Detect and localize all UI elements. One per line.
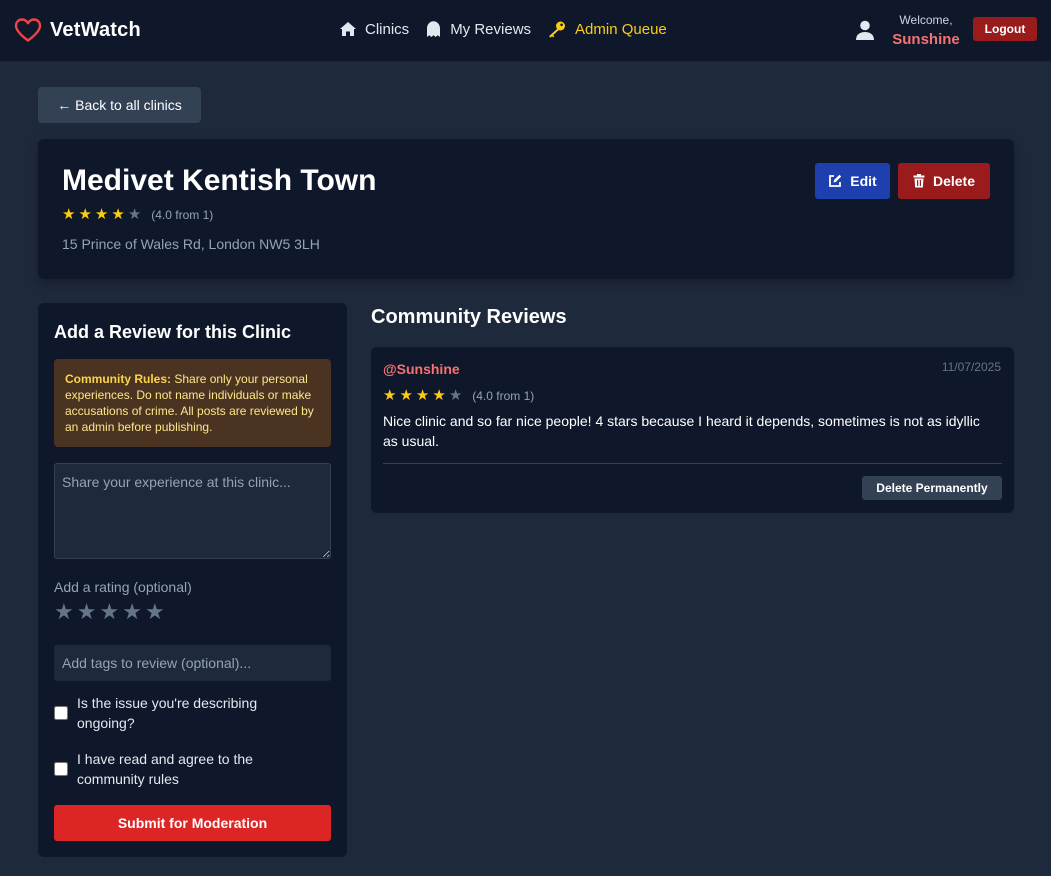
welcome-username: Sunshine [892, 31, 960, 48]
review-author: @Sunshine [383, 361, 460, 377]
rating-picker: ★ ★ ★ ★ ★ [54, 600, 168, 624]
star-icon: ★ [383, 387, 397, 404]
trash-icon [913, 174, 925, 188]
nav-clinics[interactable]: Clinics [339, 21, 409, 38]
nav-my-reviews[interactable]: My Reviews [425, 20, 531, 38]
clinic-address: 15 Prince of Wales Rd, London NW5 3LH [62, 236, 320, 252]
ongoing-checkbox-row[interactable]: Is the issue you're describing ongoing? [54, 693, 287, 733]
community-rules-notice: Community Rules: Share only your persona… [54, 359, 331, 447]
add-review-title: Add a Review for this Clinic [54, 322, 292, 342]
community-reviews-title: Community Reviews [371, 306, 567, 328]
clinic-rating: ★ ★ ★ ★ ★ (4.0 from 1) [62, 207, 213, 222]
star-icon: ★ [62, 206, 76, 223]
star-icon: ★ [111, 206, 125, 223]
ongoing-checkbox[interactable] [54, 706, 68, 720]
agree-checkbox-row[interactable]: I have read and agree to the community r… [54, 749, 287, 789]
edit-label: Edit [850, 173, 877, 189]
nav-my-reviews-label: My Reviews [450, 20, 532, 38]
rating-star-4[interactable]: ★ [122, 600, 142, 624]
star-icon: ★ [78, 206, 92, 223]
nav-clinics-label: Clinics [365, 20, 410, 38]
welcome-box: Welcome, Sunshine [886, 12, 966, 52]
review-rating-text: (4.0 from 1) [472, 388, 535, 403]
nav-admin-queue[interactable]: Admin Queue [547, 20, 667, 38]
rules-heading: Community Rules: [65, 372, 172, 386]
review-textarea[interactable] [54, 463, 331, 559]
welcome-label: Welcome, [899, 13, 953, 27]
heart-logo-icon [14, 18, 42, 42]
rating-star-2[interactable]: ★ [77, 600, 97, 624]
delete-review-permanently-button[interactable]: Delete Permanently [862, 476, 1002, 500]
delete-clinic-button[interactable]: Delete [898, 163, 990, 199]
star-icon: ★ [399, 387, 413, 404]
review-date: 11/07/2025 [941, 360, 1001, 374]
rating-label: Add a rating (optional) [54, 579, 192, 595]
user-icon [856, 20, 874, 40]
agree-rules-checkbox[interactable] [54, 762, 68, 776]
edit-clinic-button[interactable]: Edit [815, 163, 890, 199]
brand[interactable]: VetWatch [14, 16, 141, 44]
review-rating: ★ ★ ★ ★ ★ (4.0 from 1) [383, 388, 534, 403]
clinic-name: Medivet Kentish Town [62, 164, 377, 197]
top-nav-bar: VetWatch Clinics My Reviews Admin Queue [0, 0, 1051, 62]
add-review-panel: Add a Review for this Clinic Community R… [38, 303, 347, 857]
review-body: Nice clinic and so far nice people! 4 st… [383, 413, 980, 449]
logout-button[interactable]: Logout [973, 17, 1037, 41]
review-divider [383, 463, 1002, 464]
tags-input[interactable] [54, 645, 331, 681]
star-icon: ★ [415, 387, 430, 404]
key-icon [549, 21, 566, 38]
edit-icon [829, 174, 842, 187]
submit-for-moderation-button[interactable]: Submit for Moderation [54, 805, 331, 841]
star-icon: ★ [448, 387, 463, 404]
home-icon [340, 22, 356, 36]
main-nav: Clinics My Reviews Admin Queue [339, 18, 683, 40]
agree-label: I have read and agree to the community r… [77, 751, 253, 787]
back-to-clinics-button[interactable]: ← Back to all clinics [38, 87, 201, 123]
star-icon: ★ [94, 206, 109, 223]
clinic-header-card: Medivet Kentish Town ★ ★ ★ ★ ★ (4.0 from… [38, 139, 1014, 279]
review-card: @Sunshine 11/07/2025 ★ ★ ★ ★ ★ (4.0 from… [371, 347, 1014, 513]
clinic-rating-text: (4.0 from 1) [151, 207, 214, 222]
delete-label: Delete [932, 173, 976, 189]
star-icon: ★ [127, 206, 142, 223]
rating-star-1[interactable]: ★ [54, 600, 74, 624]
ongoing-label: Is the issue you're describing ongoing? [77, 695, 258, 731]
ghost-icon [427, 21, 441, 37]
brand-name: VetWatch [50, 18, 141, 41]
nav-admin-queue-label: Admin Queue [575, 20, 667, 38]
rating-star-3[interactable]: ★ [99, 600, 119, 624]
rating-star-5[interactable]: ★ [145, 600, 165, 624]
star-icon: ★ [432, 387, 446, 404]
